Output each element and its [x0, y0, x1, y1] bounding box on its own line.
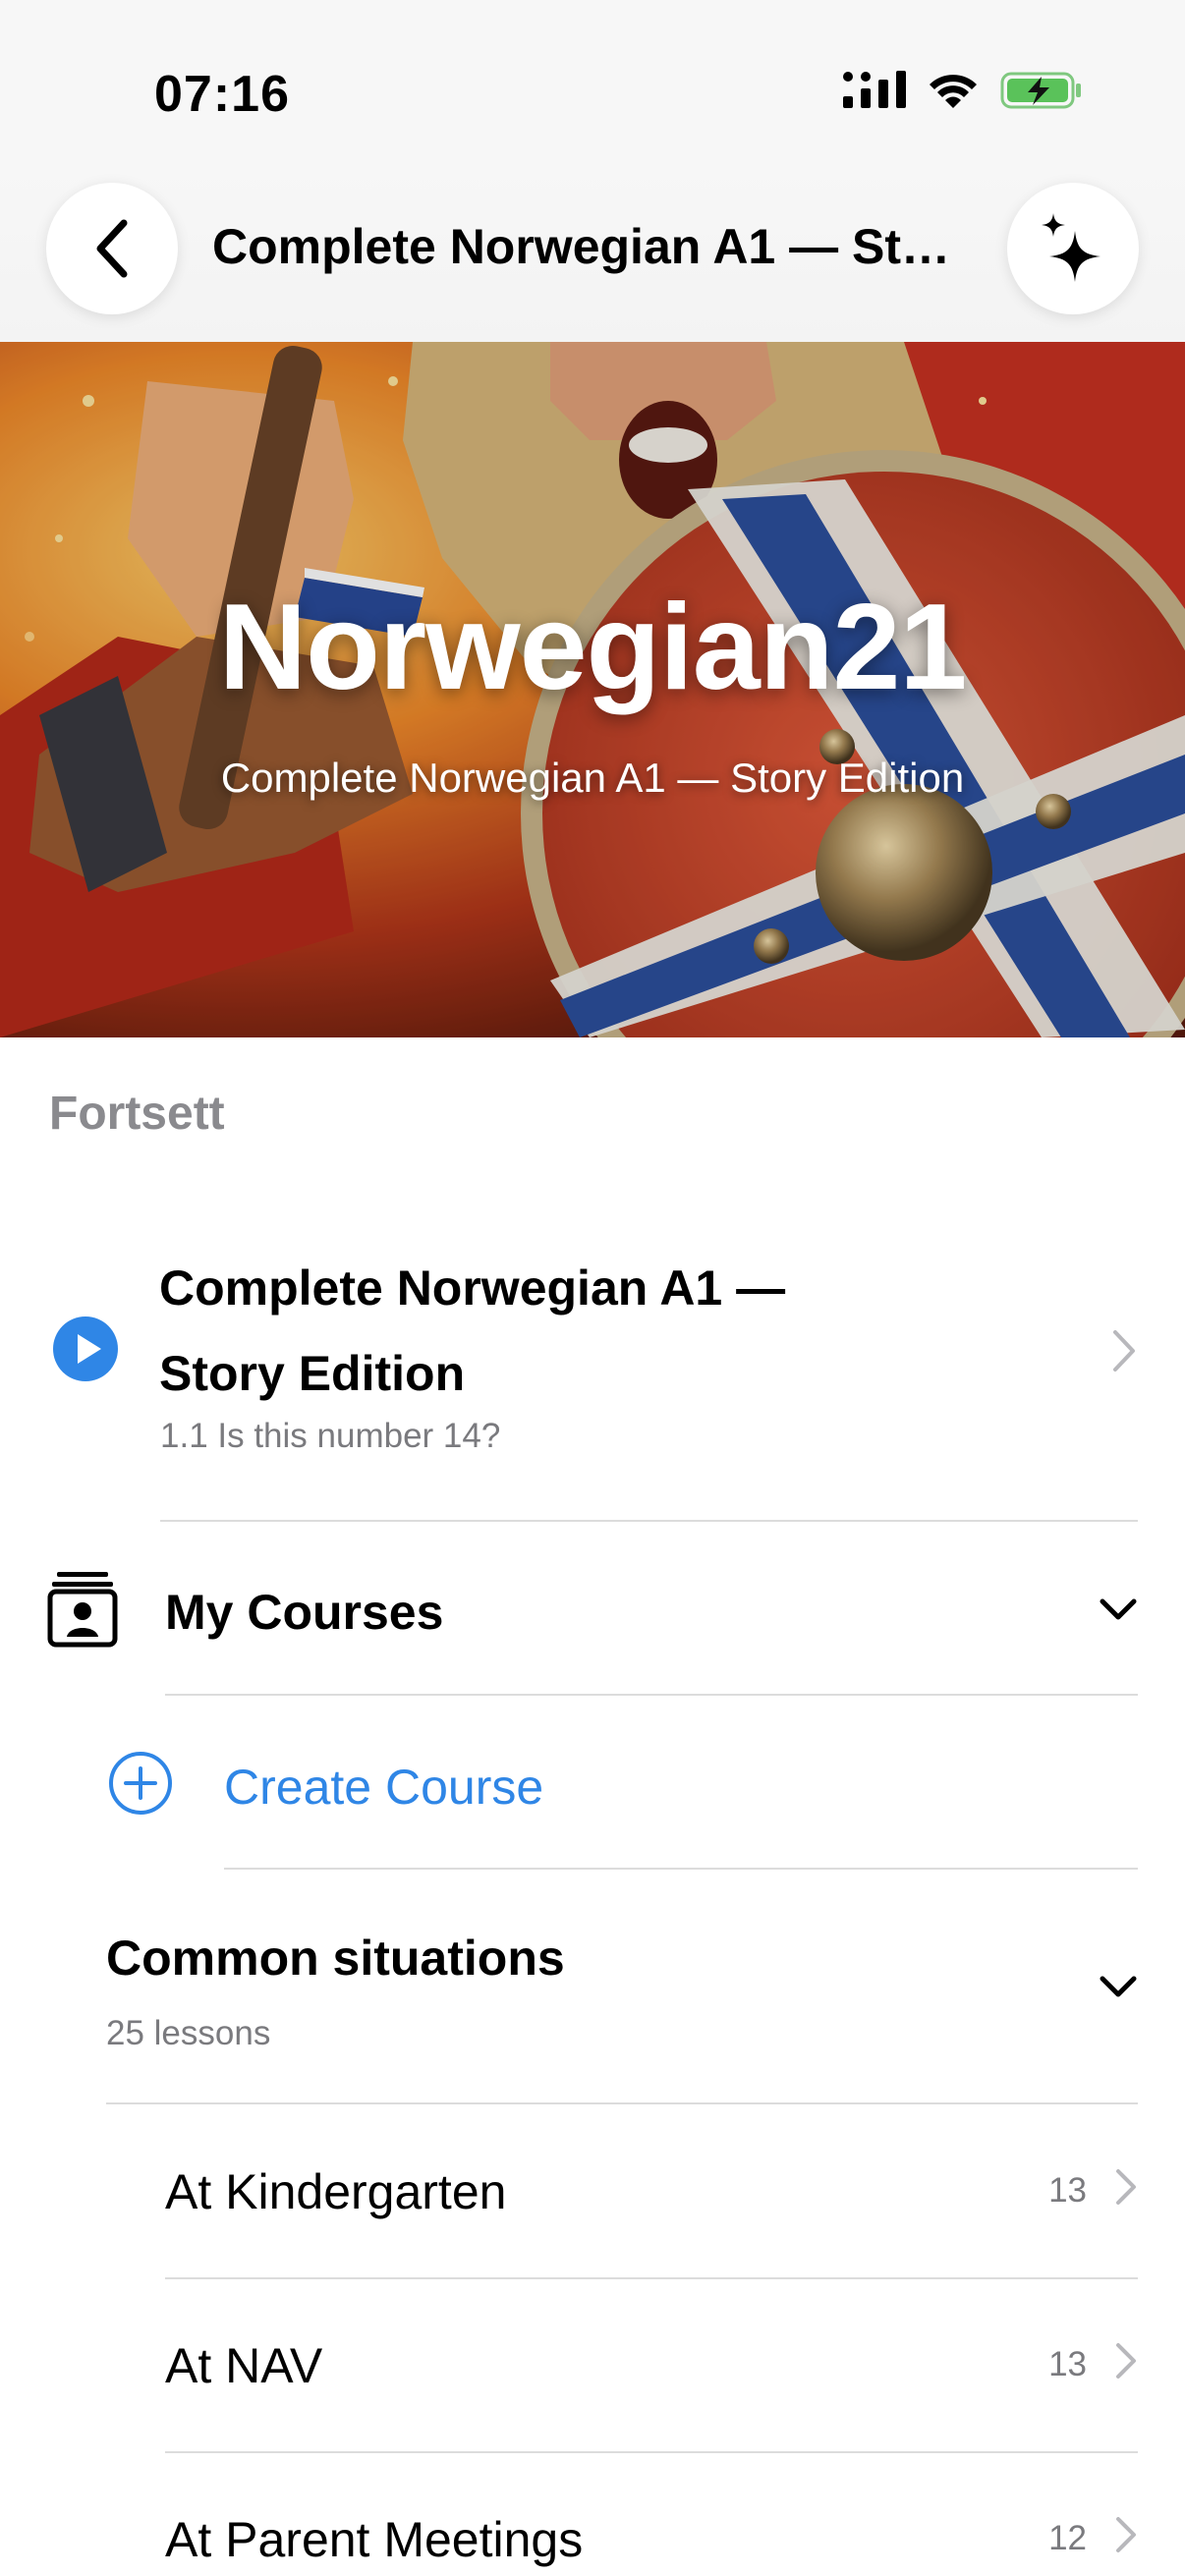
divider [224, 1868, 1138, 1870]
lesson-count: 13 [1048, 2171, 1087, 2210]
navigation-bar: Complete Norwegian A1 — Story Edition [0, 167, 1185, 342]
play-icon [53, 1316, 118, 1386]
chevron-down-icon[interactable] [1099, 1596, 1138, 1628]
status-icons [843, 71, 1083, 115]
divider [165, 2451, 1138, 2453]
chevron-right-icon [1110, 1328, 1138, 1378]
lesson-title: At Parent Meetings [165, 2512, 584, 2567]
group-title[interactable]: Common situations [106, 1930, 565, 1987]
cellular-signal-icon [843, 71, 906, 115]
page-title: Complete Norwegian A1 — Story Edition [212, 219, 979, 274]
status-time: 07:16 [154, 66, 290, 123]
divider [165, 2277, 1138, 2279]
list-item[interactable]: At Parent Meetings 12 [0, 2456, 1185, 2576]
plus-circle-icon [108, 1751, 173, 1820]
continue-lesson-subtitle: 1.1 Is this number 14? [160, 1417, 501, 1455]
list-item[interactable]: At NAV 13 [0, 2282, 1185, 2455]
chevron-left-icon [96, 219, 128, 278]
continue-course-title-line1: Complete Norwegian A1 — [159, 1260, 786, 1316]
lesson-count: 12 [1048, 2519, 1087, 2557]
wifi-icon [928, 71, 979, 115]
hero-banner: Norwegian21 Complete Norwegian A1 — Stor… [0, 342, 1185, 1037]
courses-icon [47, 1570, 118, 1653]
chevron-right-icon [1114, 2515, 1138, 2559]
create-course-button[interactable]: Create Course [224, 1759, 543, 1816]
chevron-right-icon [1114, 2341, 1138, 2385]
continue-course-row[interactable]: Complete Norwegian A1 — Story Edition 1.… [0, 1218, 1185, 1523]
lesson-title: At NAV [165, 2338, 323, 2393]
list-item[interactable]: At Kindergarten 13 [0, 2108, 1185, 2281]
lesson-title: At Kindergarten [165, 2164, 507, 2219]
ai-assistant-button[interactable] [1007, 183, 1139, 314]
continue-course-title-line2: Story Edition [159, 1346, 466, 1401]
chevron-down-icon[interactable] [1099, 1973, 1138, 2005]
divider [160, 1520, 1138, 1522]
divider [165, 1694, 1138, 1696]
lesson-count: 13 [1048, 2345, 1087, 2383]
back-button[interactable] [46, 183, 178, 314]
my-courses-toggle[interactable]: My Courses [165, 1584, 443, 1641]
divider [106, 2102, 1138, 2104]
group-lesson-count: 25 lessons [106, 2014, 271, 2052]
battery-charging-icon [1000, 71, 1083, 115]
section-header-continue: Fortsett [49, 1088, 225, 1140]
sparkles-icon [1042, 213, 1100, 282]
continue-course-title: Complete Norwegian A1 — Story Edition [159, 1246, 847, 1417]
hero-title: Norwegian21 [218, 580, 968, 715]
chevron-right-icon [1114, 2167, 1138, 2212]
hero-subtitle: Complete Norwegian A1 — Story Edition [220, 755, 965, 801]
status-bar: 07:16 [0, 0, 1185, 177]
